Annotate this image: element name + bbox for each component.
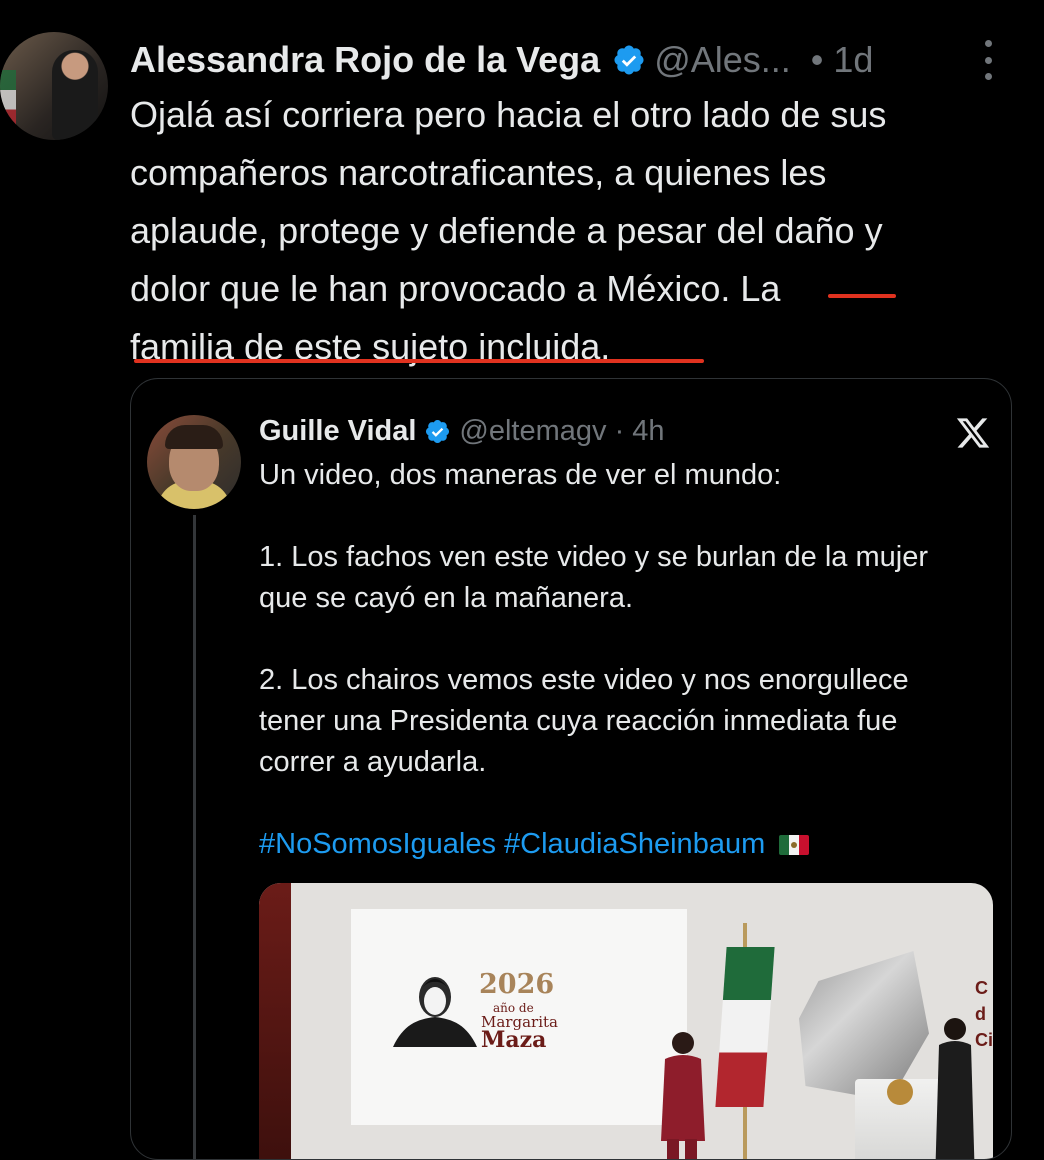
mexico-flag-emoji [779,835,810,855]
quoted-paragraph: Un video, dos maneras de ver el mundo: [259,459,782,491]
hashtags-line: #NoSomosIguales #ClaudiaSheinbaum [259,824,999,865]
quoted-author-avatar[interactable] [147,415,241,509]
podium-seal [887,1079,913,1105]
red-underline-mark [828,294,896,298]
verified-badge-icon [426,419,450,443]
post-line: compañeros narcotraficantes, a quienes l… [130,152,827,193]
post-header: Alessandra Rojo de la Vega @Ales... • 1d [130,38,873,82]
quoted-paragraph: 2. Los chairos vemos este video y nos en… [259,664,909,696]
post-line: aplaude, protege y defiende a pesar del … [130,210,883,251]
post-text: Ojalá así corriera pero hacia el otro la… [130,86,1020,376]
avatar-flag-detail [0,70,16,130]
quoted-post-card[interactable]: Guille Vidal @eltemagv · 4h Un video, do… [130,378,1012,1160]
author-handle[interactable]: @Ales... [654,39,791,81]
post-line: dolor que le han provocado a México. La [130,268,781,309]
quoted-author-handle[interactable]: @eltemagv · 4h [459,415,664,448]
quoted-author-name[interactable]: Guille Vidal [259,415,416,448]
avatar-person [52,50,98,140]
video-thumbnail[interactable]: 2026 año de Margarita Maza Cd Ci [259,883,993,1159]
quoted-paragraph: que se cayó en la mañanera. [259,582,634,614]
post-line: Ojalá así corriera pero hacia el otro la… [130,94,887,135]
verified-badge-icon [614,45,644,75]
mexico-flag [715,947,775,1107]
avatar-hair [165,425,223,449]
hashtag-link[interactable]: #NoSomosIguales [259,828,496,860]
red-underline-mark [134,359,704,363]
quoted-paragraph: correr a ayudarla. [259,746,487,778]
more-vertical-icon[interactable] [978,40,998,80]
red-curtain [259,883,291,1159]
person-figure [935,1018,975,1159]
quoted-paragraph: tener una Presidenta cuya reacción inmed… [259,705,898,737]
quoted-header: Guille Vidal @eltemagv · 4h [259,411,665,451]
thread-line [193,515,196,1159]
logo-name-last: Maza [481,1027,547,1053]
hashtag-link[interactable]: #ClaudiaSheinbaum [504,828,765,860]
portrait-illustration [393,977,477,1047]
edge-text: Cd Ci [975,978,993,1050]
quoted-text: Un video, dos maneras de ver el mundo: 1… [259,455,999,865]
logo-year: 2026 [479,969,555,1000]
author-avatar[interactable] [0,32,108,140]
post-timestamp[interactable]: • 1d [811,39,874,81]
quoted-paragraph: 1. Los fachos ven este video y se burlan… [259,541,928,573]
post-line: familia de este sujeto incluida. [130,326,611,367]
x-logo-icon[interactable] [955,415,991,451]
author-name[interactable]: Alessandra Rojo de la Vega [130,39,600,81]
woman-figure [661,1032,705,1159]
